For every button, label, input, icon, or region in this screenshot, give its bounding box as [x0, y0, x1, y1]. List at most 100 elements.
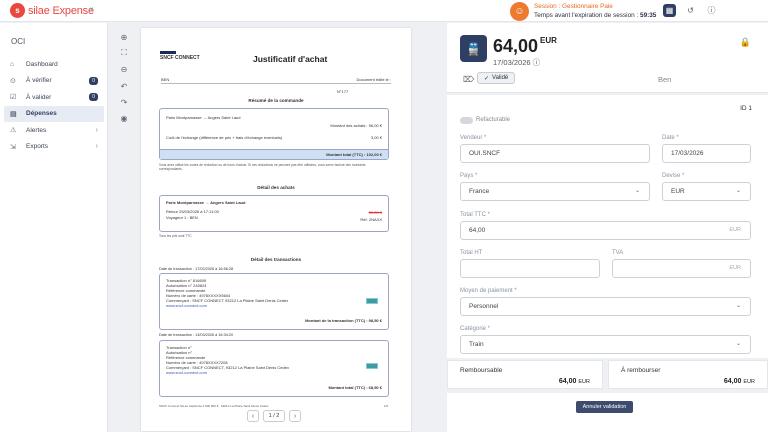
- tx-link[interactable]: www.sncf-connect.com: [166, 303, 382, 308]
- doc-customer: BEN: [161, 77, 170, 82]
- info-icon[interactable]: ⓘ: [705, 4, 718, 17]
- date-field[interactable]: 17/03/2026: [662, 144, 751, 163]
- ttc-suffix: EUR: [729, 227, 741, 233]
- status-label: Validé: [492, 75, 509, 81]
- sidebar-nav: ⌂ Dashboard ⊙ À vérifier 0 ☑ À valider 0 ▤ Dép…: [4, 56, 104, 155]
- expense-id: ID 1: [740, 105, 752, 112]
- count-badge: 0: [89, 76, 98, 85]
- exchange-label: Coût de l'échange (différence de prix + …: [166, 135, 283, 140]
- next-page-button[interactable]: ›: [289, 410, 301, 422]
- cancel-validation-button[interactable]: Annuler validation: [576, 401, 633, 413]
- ttc-value: 64,00: [469, 227, 486, 234]
- transaction-box-2: Transaction n° Autorisation n° Référence…: [159, 340, 389, 397]
- price-struck: 39,00 €: [368, 210, 382, 215]
- lock-icon[interactable]: 🔒: [740, 37, 751, 48]
- sidebar-item-depenses[interactable]: ▤ Dépenses: [4, 105, 104, 122]
- transactions-title: Détail des transactions: [250, 257, 302, 262]
- tx2-date: Date de transaction : 13/03/2026 à 16:34…: [159, 333, 234, 337]
- logo-mark: s: [10, 3, 25, 18]
- tx-link[interactable]: www.sncf-connect.com: [166, 370, 382, 375]
- tx1-total: Montant de la transaction (TTC) : 98,50 …: [305, 318, 382, 323]
- card-icon: [366, 363, 378, 369]
- sidebar-item-a-valider[interactable]: ☑ À valider 0: [4, 89, 104, 105]
- category-select[interactable]: Train ⌄: [460, 335, 751, 354]
- ticket-ref: Réf. 2NAXX: [360, 217, 382, 222]
- app-logo[interactable]: s silae Expense: [10, 3, 94, 18]
- history-icon[interactable]: ↺: [684, 4, 697, 17]
- chevron-down-icon: ⌄: [634, 188, 640, 194]
- organization-name: OCI: [11, 37, 26, 46]
- collapse-sidebar-icon[interactable]: «: [88, 4, 94, 15]
- sncf-logo: SNCF CONNECT: [160, 55, 200, 61]
- doc-page-number: 1/2: [384, 404, 389, 408]
- checkbox-icon: ☑: [10, 94, 17, 101]
- transaction-box-1: Transaction n° 816609 Autorisation n° 24…: [159, 273, 389, 330]
- tag-icon[interactable]: ⌦: [463, 75, 474, 84]
- export-icon: ⇲: [10, 143, 16, 151]
- sidebar-item-a-verifier[interactable]: ⊙ À vérifier 0: [4, 73, 104, 89]
- chevron-down-icon: ⌄: [735, 303, 741, 309]
- refundable-summary: Remboursable 64,00 EUR: [447, 360, 603, 389]
- refundable-label: Remboursable: [460, 367, 503, 374]
- expense-currency: EUR: [540, 36, 557, 45]
- fine-print: Vous avez utilisé les codes de réduction…: [159, 163, 366, 171]
- sidebar-item-dashboard[interactable]: ⌂ Dashboard: [4, 56, 104, 72]
- tva-label: TVA: [612, 250, 624, 256]
- expense-amount: 64,00: [493, 36, 539, 56]
- country-select[interactable]: France ⌄: [460, 182, 650, 201]
- sidebar-item-label: Dépenses: [26, 110, 57, 117]
- receipt-document[interactable]: SNCF CONNECT Justificatif d'achat BEN Doc…: [141, 28, 411, 431]
- currency-value: EUR: [671, 188, 685, 195]
- sidebar-item-exports[interactable]: ⇲ Exports ›: [4, 139, 104, 155]
- sidebar-item-label: Alertes: [26, 126, 47, 134]
- home-icon: ⌂: [10, 60, 15, 68]
- expense-header: 🚆 64,00 EUR 17/03/2026 ⓘ 🔒 ⌦ ✓ Validé Ben: [447, 23, 768, 93]
- refundable-currency: EUR: [578, 379, 590, 385]
- to-refund-summary: À rembourser 64,00 EUR: [608, 360, 768, 389]
- chevron-right-icon: ›: [95, 126, 98, 134]
- count-badge: 0: [89, 93, 98, 101]
- to-refund-currency: EUR: [743, 379, 755, 385]
- session-user-icon: ☺: [510, 1, 529, 21]
- tx1-date: Date de transaction : 17/02/2026 à 16:56…: [159, 267, 234, 271]
- ttc-field[interactable]: 64,00 EUR: [460, 221, 751, 240]
- layout-icon[interactable]: ▦: [663, 4, 676, 17]
- tva-field[interactable]: EUR: [612, 259, 751, 278]
- top-bar: s silae Expense « ☺ Session : Gestionnai…: [0, 0, 768, 22]
- expense-form: ID 1 Refacturable Vendeur * OUI.SNCF Dat…: [447, 95, 768, 358]
- payment-select[interactable]: Personnel ⌄: [460, 297, 751, 316]
- chevron-down-icon: ⌄: [735, 341, 741, 347]
- document-title: Justificatif d'achat: [253, 54, 328, 64]
- doc-emitted: Document édité le :: [356, 77, 391, 82]
- sidebar-item-label: Exports: [26, 143, 49, 150]
- vendor-label: Vendeur *: [460, 135, 487, 141]
- sidebar-item-label: À vérifier: [26, 77, 52, 84]
- status-badge: ✓ Validé: [477, 72, 516, 84]
- tx2-total: Montant total (TTC) : 68,50 €: [328, 385, 382, 390]
- action-bar: Annuler validation: [447, 393, 768, 432]
- category-value: Train: [469, 341, 484, 348]
- refundable-toggle-label: Refacturable: [476, 117, 511, 123]
- refundable-value: 64,00: [558, 378, 577, 385]
- session-info: ☺ Session : Gestionnaire Paie Temps avan…: [510, 0, 656, 22]
- ht-field[interactable]: [460, 259, 600, 278]
- refundable-toggle[interactable]: [460, 117, 473, 124]
- payment-label: Moyen de paiement *: [460, 288, 517, 294]
- expense-owner: Ben: [658, 75, 672, 84]
- vendor-field[interactable]: OUI.SNCF: [460, 144, 650, 163]
- document-viewer: SNCF CONNECT Justificatif d'achat BEN Doc…: [112, 23, 439, 432]
- sidebar-item-alertes[interactable]: ⚠ Alertes ›: [4, 122, 104, 138]
- doc-footer: SNCF Connect SA au capital de 2 500 000 …: [159, 404, 269, 408]
- session-title: Session : Gestionnaire Paie: [534, 3, 613, 10]
- train-icon: 🚆: [460, 35, 487, 62]
- departure: Retour 25/03/2026 à 17:11:00: [166, 209, 219, 214]
- purchases-amount: Montant des achats : 96,00 €: [330, 123, 382, 128]
- traveler: Voyageur 1 : BEN: [166, 215, 198, 220]
- detail-route: Paris Montparnasse → Angers Saint Laud: [166, 200, 246, 205]
- receipt-icon: ▤: [10, 110, 17, 118]
- currency-select[interactable]: EUR ⌄: [662, 182, 751, 201]
- prev-page-button[interactable]: ‹: [247, 410, 259, 422]
- search-doc-icon: ⊙: [10, 77, 16, 85]
- payment-value: Personnel: [469, 303, 499, 310]
- detail-title: Détail des achats: [257, 185, 295, 190]
